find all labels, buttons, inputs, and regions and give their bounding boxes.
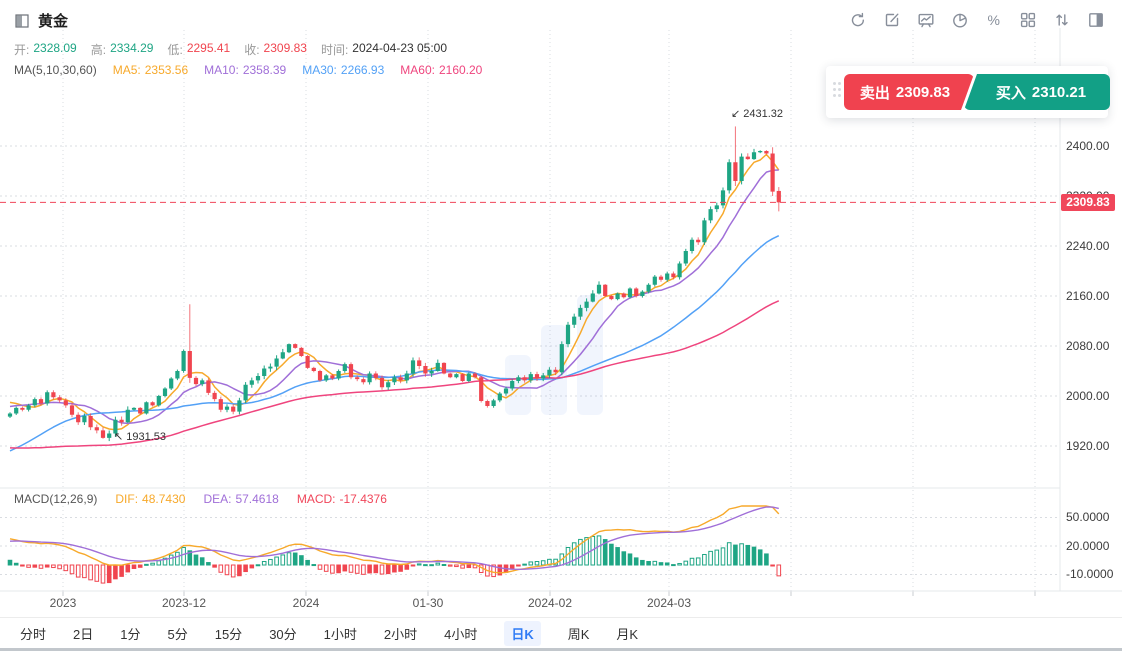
tab-1min[interactable]: 1分 bbox=[120, 624, 140, 643]
tab-weekly-k[interactable]: 周K bbox=[568, 624, 590, 643]
ma10-value: 2358.39 bbox=[243, 63, 286, 77]
macd-axis-label: 20.0000 bbox=[1066, 539, 1109, 553]
price-axis-label: 2080.00 bbox=[1066, 339, 1109, 353]
dea-value: 57.4618 bbox=[235, 492, 278, 506]
tab-4hour[interactable]: 4小时 bbox=[444, 624, 477, 643]
high-value: 2334.29 bbox=[110, 41, 153, 58]
pie-chart-icon[interactable] bbox=[950, 10, 970, 30]
ma30-value: 2266.93 bbox=[341, 63, 384, 77]
tab-minute-chart[interactable]: 分时 bbox=[20, 624, 46, 643]
sort-arrows-icon[interactable] bbox=[1052, 10, 1072, 30]
high-label: 高: bbox=[91, 41, 106, 58]
dif-label: DIF: bbox=[115, 492, 138, 506]
open-label: 开: bbox=[14, 41, 29, 58]
tab-30min[interactable]: 30分 bbox=[269, 624, 296, 643]
arrow-down-left-icon: ↙ bbox=[731, 107, 740, 120]
arrow-up-left-icon: ↖ bbox=[114, 430, 123, 443]
tab-5min[interactable]: 5分 bbox=[167, 624, 187, 643]
tab-15min[interactable]: 15分 bbox=[215, 624, 242, 643]
ma60-label: MA60: bbox=[400, 63, 435, 77]
trading-app: 黄金 % bbox=[0, 0, 1122, 651]
tab-2day[interactable]: 2日 bbox=[73, 624, 93, 643]
time-axis-label: 2023 bbox=[50, 596, 77, 610]
price-axis-label: 2160.00 bbox=[1066, 289, 1109, 303]
low-value: 2295.41 bbox=[187, 41, 230, 58]
macd-value: -17.4376 bbox=[340, 492, 387, 506]
panel-icon[interactable] bbox=[1086, 10, 1106, 30]
low-annotation: ↖ 1931.53 bbox=[114, 430, 166, 443]
price-axis-label: 2000.00 bbox=[1066, 389, 1109, 403]
close-label: 收: bbox=[244, 41, 259, 58]
page-title: 黄金 bbox=[38, 10, 68, 31]
refresh-icon[interactable] bbox=[848, 10, 868, 30]
macd-legend: MACD(12,26,9) DIF: 48.7430 DEA: 57.4618 MA… bbox=[14, 492, 387, 506]
time-axis-label: 01-30 bbox=[413, 596, 444, 610]
open-value: 2328.09 bbox=[33, 41, 76, 58]
tab-monthly-k[interactable]: 月K bbox=[616, 624, 638, 643]
time-label: 时间: bbox=[321, 41, 348, 58]
chart-board-icon[interactable] bbox=[916, 10, 936, 30]
svg-text:%: % bbox=[988, 12, 1000, 28]
price-axis-label: 2240.00 bbox=[1066, 239, 1109, 253]
current-price-tag: 2309.83 bbox=[1061, 194, 1115, 211]
trade-widget: 卖出 2309.83 买入 2310.21 bbox=[826, 66, 1108, 118]
ma60-value: 2160.20 bbox=[439, 63, 482, 77]
ohlc-legend: 开:2328.09 高:2334.29 低:2295.41 收:2309.83 … bbox=[14, 41, 447, 58]
time-axis-label: 2024-02 bbox=[528, 596, 572, 610]
macd-axis-label: 50.0000 bbox=[1066, 510, 1109, 524]
draw-icon[interactable] bbox=[882, 10, 902, 30]
close-value: 2309.83 bbox=[264, 41, 307, 58]
price-axis-label: 2400.00 bbox=[1066, 139, 1109, 153]
buy-button[interactable]: 买入 2310.21 bbox=[964, 74, 1110, 110]
price-axis-label: 1920.00 bbox=[1066, 439, 1109, 453]
kline-panel-icon bbox=[14, 13, 30, 29]
period-tabbar: 分时 2日 1分 5分 15分 30分 1小时 2小时 4小时 日K 周K 月K bbox=[0, 617, 1122, 648]
macd-label: MACD: bbox=[297, 492, 336, 506]
toolbar: % bbox=[848, 10, 1106, 30]
time-axis-label: 2024-03 bbox=[647, 596, 691, 610]
low-label: 低: bbox=[167, 41, 182, 58]
ma5-label: MA5: bbox=[113, 63, 141, 77]
high-annotation: ↙ 2431.32 bbox=[731, 107, 783, 120]
macd-name-label: MACD(12,26,9) bbox=[14, 492, 97, 506]
macd-axis-label: -10.0000 bbox=[1066, 567, 1113, 581]
time-axis-label: 2023-12 bbox=[162, 596, 206, 610]
ma-legend: MA(5,10,30,60) MA5:2353.56 MA10:2358.39 … bbox=[14, 63, 482, 77]
dea-label: DEA: bbox=[203, 492, 231, 506]
ma5-value: 2353.56 bbox=[145, 63, 188, 77]
ma30-label: MA30: bbox=[302, 63, 337, 77]
dif-value: 48.7430 bbox=[142, 492, 185, 506]
percent-icon[interactable]: % bbox=[984, 10, 1004, 30]
ma10-label: MA10: bbox=[204, 63, 239, 77]
header: 黄金 bbox=[14, 10, 68, 31]
tab-daily-k[interactable]: 日K bbox=[504, 621, 540, 646]
ma-group-label: MA(5,10,30,60) bbox=[14, 63, 97, 77]
grid-icon[interactable] bbox=[1018, 10, 1038, 30]
tab-2hour[interactable]: 2小时 bbox=[384, 624, 417, 643]
time-value: 2024-04-23 05:00 bbox=[352, 41, 447, 58]
tab-1hour[interactable]: 1小时 bbox=[324, 624, 357, 643]
sell-button[interactable]: 卖出 2309.83 bbox=[844, 74, 974, 110]
drag-handle[interactable] bbox=[833, 82, 841, 102]
time-axis-label: 2024 bbox=[293, 596, 320, 610]
